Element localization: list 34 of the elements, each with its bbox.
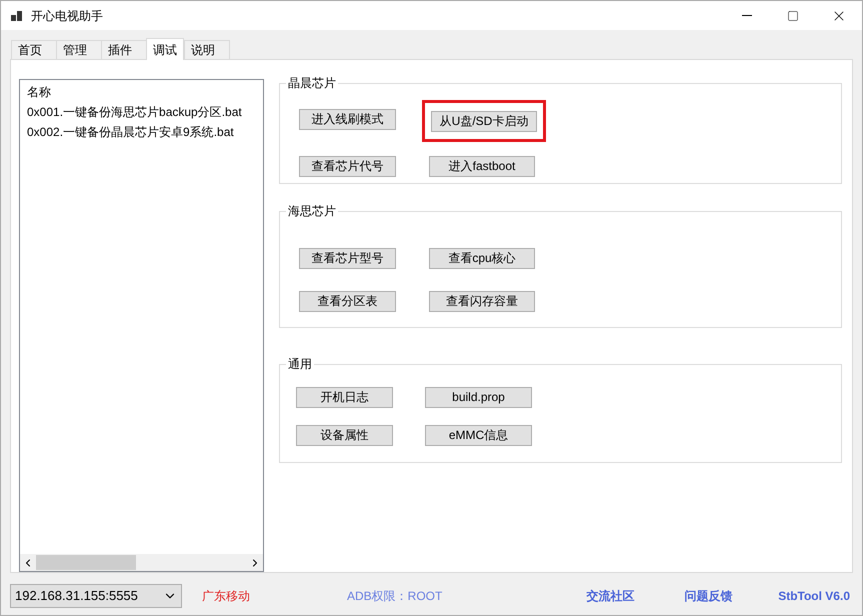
scrollbar-thumb[interactable] [36, 555, 136, 570]
group-title: 晶晨芯片 [286, 75, 338, 91]
maximize-icon [787, 10, 799, 22]
tab[interactable]: 插件 [101, 40, 147, 59]
list-item[interactable]: 0x001.一键备份海思芯片backup分区.bat [27, 102, 263, 122]
action-button[interactable]: eMMC信息 [425, 424, 532, 446]
action-button[interactable]: 设备属性 [296, 424, 393, 446]
community-link[interactable]: 交流社区 [586, 587, 634, 605]
tab[interactable]: 说明 [184, 40, 230, 59]
group-title: 海思芯片 [286, 203, 338, 219]
action-button[interactable]: 开机日志 [296, 386, 393, 408]
action-button[interactable]: 进入fastboot [429, 156, 535, 176]
group-title: 通用 [286, 356, 314, 372]
tab[interactable]: 调试 [146, 38, 184, 60]
column-header: 名称 [27, 84, 52, 101]
action-button[interactable]: 进入线刷模式 [299, 108, 396, 130]
action-button[interactable]: 查看闪存容量 [429, 290, 535, 312]
action-button[interactable]: 从U盘/SD卡启动 [431, 110, 537, 132]
carrier-label: 广东移动 [202, 588, 250, 605]
adb-status: ADB权限：ROOT [347, 588, 442, 605]
device-select[interactable]: 192.168.31.155:5555 [10, 584, 182, 608]
action-button[interactable]: build.prop [425, 386, 532, 408]
app-icon [11, 10, 23, 22]
action-button[interactable]: 查看cpu核心 [429, 248, 535, 268]
version-label: StbTool V6.0 [778, 588, 850, 605]
horizontal-scrollbar[interactable] [20, 554, 263, 571]
minimize-icon [742, 15, 752, 16]
tab[interactable]: 首页 [11, 40, 57, 59]
action-button[interactable]: 查看芯片代号 [299, 156, 396, 176]
action-button[interactable]: 查看分区表 [299, 290, 396, 312]
feedback-link[interactable]: 问题反馈 [684, 587, 732, 605]
window-title: 开心电视助手 [31, 8, 103, 24]
list-item[interactable]: 0x002.一键备份晶晨芯片安卓9系统.bat [27, 122, 263, 142]
action-button[interactable]: 查看芯片型号 [299, 248, 396, 268]
